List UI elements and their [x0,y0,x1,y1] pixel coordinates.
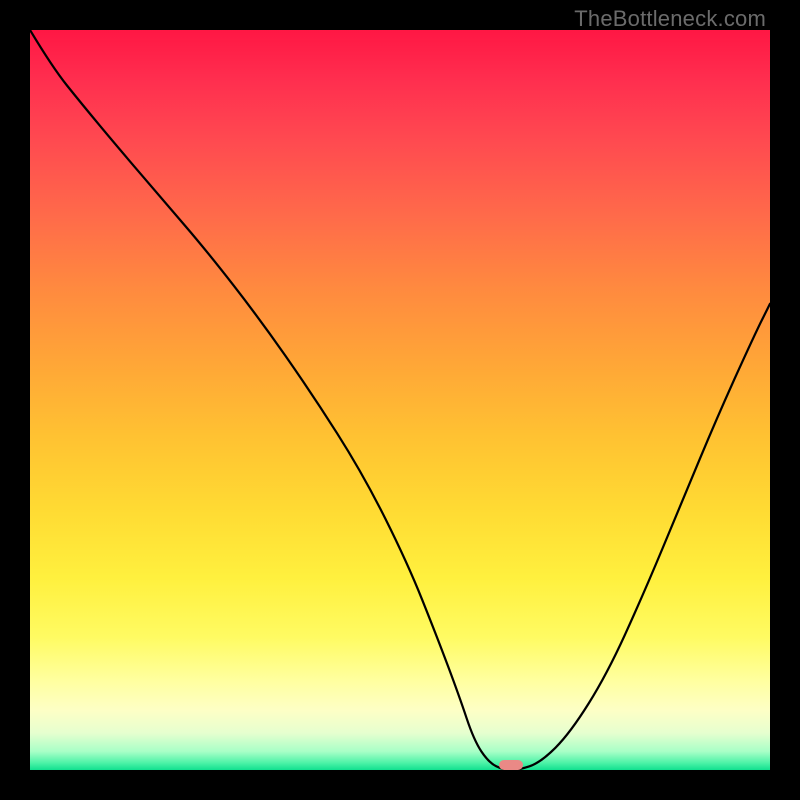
optimum-marker [499,760,523,770]
chart-frame: TheBottleneck.com [0,0,800,800]
bottleneck-curve [30,30,770,770]
plot-area [30,30,770,770]
watermark-text: TheBottleneck.com [574,6,766,32]
